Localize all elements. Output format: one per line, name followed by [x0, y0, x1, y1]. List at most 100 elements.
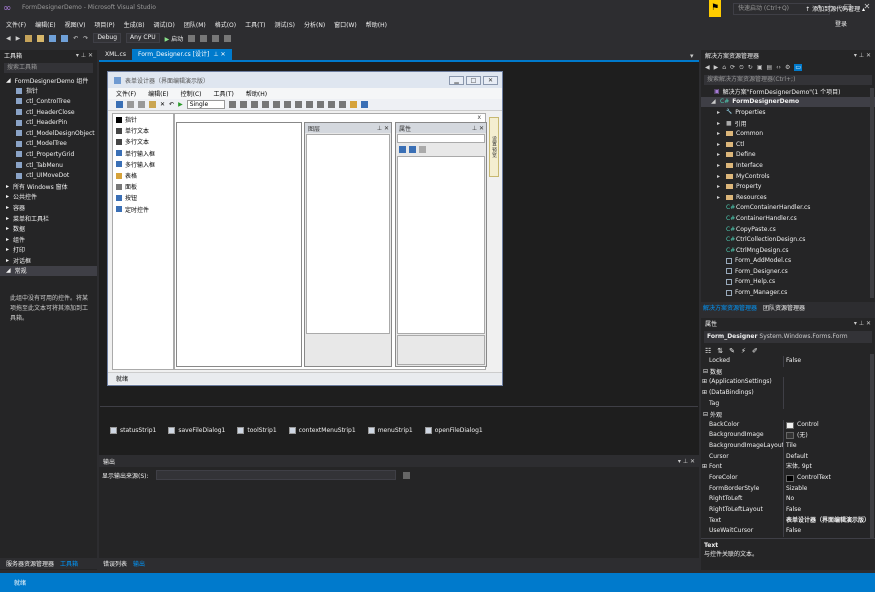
- property-row[interactable]: Cursor Default: [701, 451, 875, 463]
- property-row[interactable]: ⊞ Font 宋体, 9pt: [701, 462, 875, 474]
- align-tool-icon[interactable]: [200, 34, 208, 42]
- expand-icon[interactable]: ⊞: [702, 378, 709, 385]
- tray-component[interactable]: saveFileDialog1: [168, 427, 225, 434]
- solution-tree-item[interactable]: ▣ 解决方案"FormDesignerDemo"(1 个项目): [701, 86, 875, 97]
- output-clear-icon[interactable]: [402, 471, 410, 479]
- menu-item-3[interactable]: 项目(P): [94, 20, 114, 29]
- tab-1[interactable]: 工具箱: [60, 559, 78, 568]
- property-row[interactable]: FormBorderStyle Sizable: [701, 483, 875, 495]
- form-align-center-icon[interactable]: [239, 101, 247, 108]
- property-value[interactable]: Tile: [784, 441, 797, 452]
- output-tab-1[interactable]: 输出: [133, 559, 145, 568]
- form-close-button[interactable]: ✕: [483, 75, 498, 85]
- property-row[interactable]: BackgroundImage (无): [701, 430, 875, 442]
- form-vspace-icon[interactable]: [338, 101, 346, 108]
- menu-item-6[interactable]: 团队(M): [184, 20, 206, 29]
- form-property-pin-close-icon[interactable]: ⊥ ✕: [472, 125, 484, 132]
- toolbox-group[interactable]: ▸ 数据: [0, 223, 97, 234]
- form-cut-icon[interactable]: [127, 101, 134, 108]
- designed-form-window[interactable]: 表单设计器（界面编辑演示版） ▁ □ ✕ 文件(F) 编辑(E) 控制(C) 工具(T…: [107, 71, 503, 386]
- configuration-select[interactable]: Debug: [93, 33, 122, 43]
- expand-arrow-icon[interactable]: ▸: [717, 173, 723, 180]
- collapse-icon[interactable]: ⊟: [701, 368, 710, 375]
- form-property-object-select[interactable]: [397, 134, 485, 143]
- platform-select[interactable]: Any CPU: [126, 33, 160, 43]
- toolbox-item[interactable]: ctl_UIMoveDot: [0, 170, 97, 181]
- property-value[interactable]: False: [784, 526, 801, 537]
- form-toolbox-item[interactable]: 面板: [113, 181, 173, 192]
- toolbox-item[interactable]: 指针: [0, 86, 97, 97]
- toolbox-group[interactable]: ▸ 打印: [0, 245, 97, 256]
- menu-item-2[interactable]: 视图(V): [65, 20, 86, 29]
- property-row[interactable]: BackgroundImageLayout Tile: [701, 441, 875, 452]
- property-object-select[interactable]: Form_Designer System.Windows.Forms.Form: [704, 331, 872, 343]
- solution-tree-item[interactable]: ▸ Define: [701, 150, 875, 161]
- output-source-select[interactable]: [155, 470, 396, 480]
- dropdown-icon[interactable]: ▾: [854, 52, 857, 59]
- solution-tree-item[interactable]: C# ComContainerHandler.cs: [701, 203, 875, 214]
- sync-icon[interactable]: ⟳: [730, 64, 735, 71]
- solution-tree-item[interactable]: C# CopyPaste.cs: [701, 224, 875, 235]
- start-button[interactable]: ▶ 启动: [165, 34, 184, 43]
- form-hspace-icon[interactable]: [327, 101, 335, 108]
- show-all-files-icon[interactable]: ▤: [766, 64, 772, 71]
- menu-item-9[interactable]: 测试(S): [274, 20, 295, 29]
- toolbox-item[interactable]: ctl_ControlTree: [0, 96, 97, 107]
- solution-tree-item[interactable]: ▸ Resources: [701, 192, 875, 203]
- form-menu-item[interactable]: 工具(T): [214, 89, 234, 98]
- form-toolbox-item[interactable]: 指针: [113, 114, 173, 125]
- property-row[interactable]: Locked False: [701, 356, 875, 367]
- close-icon[interactable]: ✕: [690, 458, 695, 465]
- property-category[interactable]: ⊟ 外观: [701, 409, 875, 420]
- property-row[interactable]: ⊞ (ApplicationSettings): [701, 377, 875, 388]
- collapse-icon[interactable]: ⊟: [701, 411, 710, 418]
- scrollbar[interactable]: [870, 354, 874, 538]
- solution-tree-item[interactable]: C# ContainerHandler.cs: [701, 213, 875, 224]
- toolbox-item[interactable]: ctl_HeaderPin: [0, 117, 97, 128]
- solution-search-input[interactable]: 搜索解决方案资源管理器(Ctrl+;): [704, 75, 872, 85]
- form-toolbox-item[interactable]: 定时控件: [113, 204, 173, 215]
- form-toolbox-item[interactable]: 多行文本: [113, 136, 173, 147]
- toolbox-group[interactable]: ▸ 容器: [0, 202, 97, 213]
- property-value[interactable]: False: [784, 356, 801, 367]
- tab-0[interactable]: 服务器资源管理器: [6, 559, 54, 568]
- form-side-tab[interactable]: 设置 预览: [489, 117, 499, 177]
- output-tab-0[interactable]: 错误列表: [103, 559, 127, 568]
- form-align-left-icon[interactable]: [228, 101, 236, 108]
- solution-tree-item[interactable]: Form_Designer.cs: [701, 266, 875, 277]
- property-value[interactable]: (无): [784, 431, 808, 442]
- property-pages-icon[interactable]: ✐: [752, 347, 758, 355]
- form-toolbox-item[interactable]: 按钮: [113, 192, 173, 203]
- pin-icon[interactable]: ⊥: [859, 52, 864, 59]
- form-minimize-button[interactable]: ▁: [449, 75, 464, 85]
- solution-tree-item[interactable]: ◢ C# FormDesignerDemo: [701, 96, 875, 108]
- form-mode-select[interactable]: Single: [186, 100, 225, 109]
- se-tab-1[interactable]: 团队资源管理器: [763, 303, 805, 312]
- save-all-icon[interactable]: [61, 34, 69, 42]
- form-paste-icon[interactable]: [149, 101, 156, 108]
- expand-icon[interactable]: ⊞: [702, 463, 709, 470]
- toolbox-group[interactable]: ▸ 对话框: [0, 255, 97, 266]
- property-row[interactable]: ⊞ (DataBindings): [701, 387, 875, 399]
- alphabetical-icon[interactable]: ⇅: [717, 347, 723, 355]
- menu-item-0[interactable]: 文件(F): [6, 20, 26, 29]
- form-menu-item[interactable]: 控制(C): [181, 89, 202, 98]
- tray-component[interactable]: statusStrip1: [110, 427, 156, 434]
- tray-component[interactable]: openFileDialog1: [424, 427, 483, 434]
- property-row[interactable]: Text 表单设计器（界面编辑演示版）: [701, 515, 875, 527]
- property-value[interactable]: 宋体, 9pt: [784, 462, 812, 473]
- expand-arrow-icon[interactable]: ▸: [717, 141, 723, 148]
- new-project-icon[interactable]: [25, 34, 33, 42]
- events-icon[interactable]: ⚡: [741, 347, 746, 355]
- se-tab-0[interactable]: 解决方案资源管理器: [703, 303, 757, 312]
- menu-item-12[interactable]: 帮助(H): [366, 20, 387, 29]
- back-icon[interactable]: ◀: [705, 64, 710, 71]
- toolbox-search-input[interactable]: 搜索工具箱: [4, 63, 93, 73]
- expand-arrow-icon[interactable]: ▸: [717, 120, 723, 127]
- form-maximize-button[interactable]: □: [466, 75, 481, 85]
- properties-icon[interactable]: ⚙: [785, 64, 790, 71]
- close-icon[interactable]: ✕: [88, 52, 93, 59]
- property-value[interactable]: ControlText: [784, 473, 831, 484]
- form-same-width-icon[interactable]: [294, 101, 302, 108]
- solution-tree-item[interactable]: ▸ Interface: [701, 160, 875, 171]
